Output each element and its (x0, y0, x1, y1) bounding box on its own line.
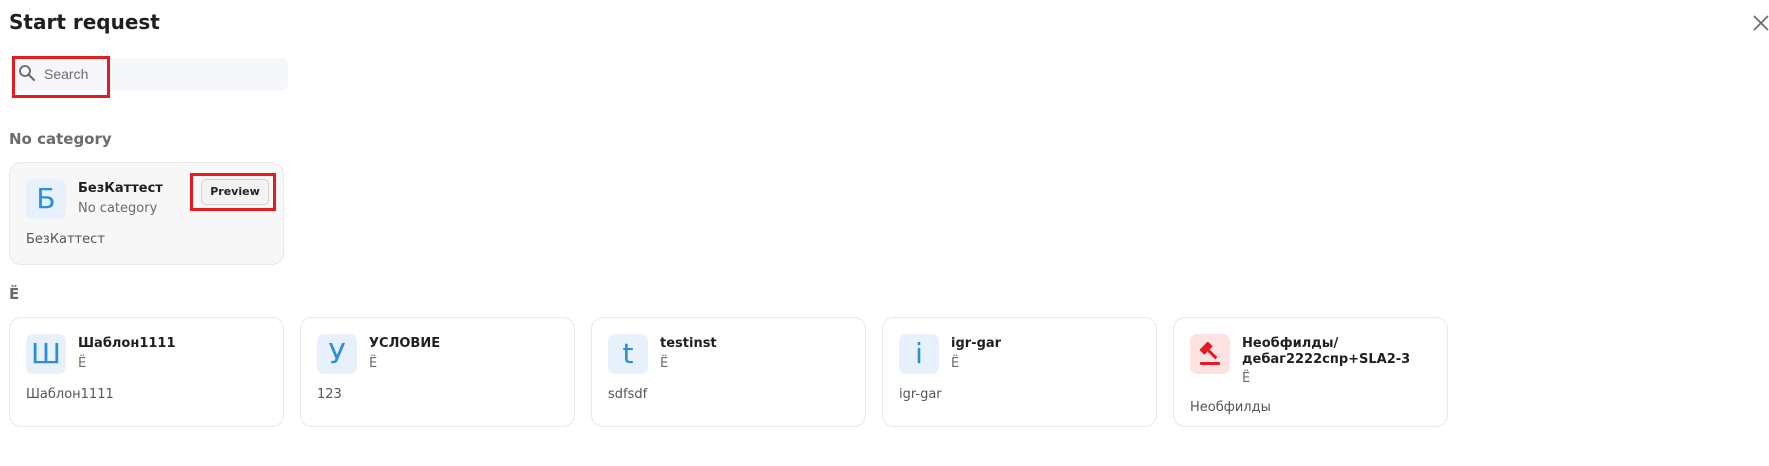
gavel-icon (1190, 334, 1230, 374)
card-description: igr-gar (899, 387, 942, 402)
card-name: БезКаттест (78, 181, 163, 196)
template-card[interactable]: t testinst Ё sdfsdf (591, 317, 866, 427)
template-card[interactable]: У УСЛОВИЕ Ё 123 (300, 317, 575, 427)
template-card[interactable]: Необфилды/ дебаг2222спр+SLA2-3 Ё Необфил… (1173, 317, 1448, 427)
card-avatar: i (899, 334, 939, 374)
card-description: 123 (317, 387, 342, 402)
card-name: igr-gar (951, 336, 1002, 351)
card-avatar: У (317, 334, 357, 374)
card-description: Необфилды (1190, 400, 1271, 415)
card-category: Ё (1242, 371, 1251, 386)
card-description: БезКаттест (26, 232, 105, 247)
card-category: Ё (660, 356, 669, 371)
card-name: Необфилды/ дебаг2222спр+SLA2-3 (1242, 336, 1410, 368)
card-category: Ё (78, 356, 87, 371)
template-card[interactable]: Б БезКаттест No category БезКаттест Prev… (9, 162, 284, 265)
section-title-yo: Ё (9, 285, 20, 303)
card-category: Ё (369, 356, 378, 371)
close-icon[interactable] (1751, 10, 1769, 34)
card-description: Шаблон1111 (26, 387, 114, 402)
card-name: Шаблон1111 (78, 336, 176, 351)
section-title-no-category: No category (9, 130, 112, 148)
template-card[interactable]: Ш Шаблон1111 Ё Шаблон1111 (9, 317, 284, 427)
card-name: УСЛОВИЕ (369, 336, 441, 351)
card-avatar: t (608, 334, 648, 374)
template-card[interactable]: i igr-gar Ё igr-gar (882, 317, 1157, 427)
card-avatar: Б (26, 179, 66, 219)
card-category: Ё (951, 356, 960, 371)
card-name-line1: Необфилды/ (1242, 336, 1339, 351)
start-request-dialog: Start request No category Б БезКаттест N… (0, 0, 1769, 466)
card-category: No category (78, 201, 158, 216)
preview-highlight-box (190, 173, 276, 211)
card-name: testinst (660, 336, 717, 351)
card-name-line2: дебаг2222спр+SLA2-3 (1242, 352, 1411, 367)
dialog-title: Start request (9, 10, 160, 34)
card-description: sdfsdf (608, 387, 648, 402)
card-avatar: Ш (26, 334, 66, 374)
search-highlight-box (12, 56, 110, 98)
